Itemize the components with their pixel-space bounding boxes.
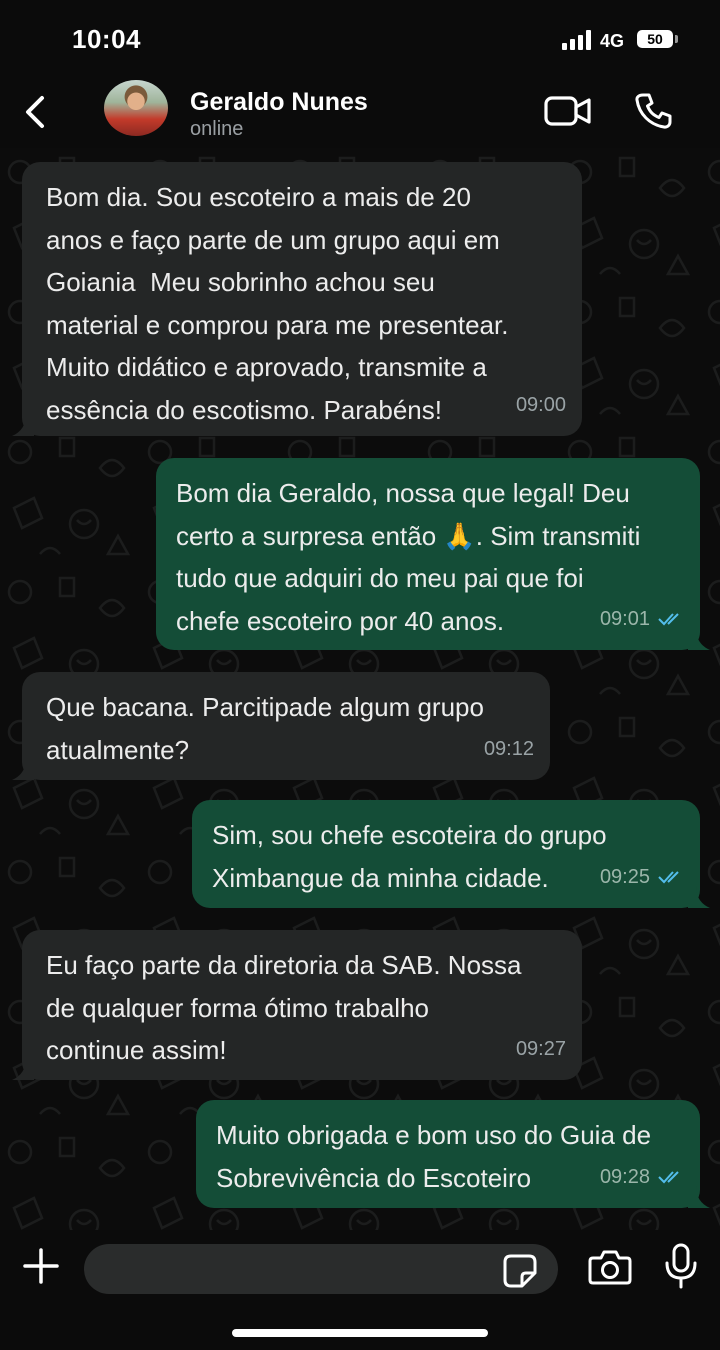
chat-area[interactable]: Bom dia. Sou escoteiro a mais de 20 anos… xyxy=(0,148,720,1230)
message-text: Eu faço parte da diretoria da SAB. Nossa… xyxy=(46,950,522,1065)
microphone-icon[interactable] xyxy=(664,1243,698,1289)
message-bubble-incoming[interactable]: Eu faço parte da diretoria da SAB. Nossa… xyxy=(12,930,582,1080)
message-bubble-outgoing[interactable]: Sim, sou chefe escoteira do grupo Ximban… xyxy=(192,800,710,908)
video-call-icon[interactable] xyxy=(544,94,592,128)
chevron-left-icon[interactable] xyxy=(18,92,54,132)
contact-name[interactable]: Geraldo Nunes xyxy=(190,88,368,117)
message-bubble-incoming[interactable]: Que bacana. Parcitipade algum grupo atua… xyxy=(12,672,550,780)
network-type: 4G xyxy=(600,31,625,51)
message-time: 09:00 xyxy=(515,393,566,416)
message-text: Bom dia. Sou escoteiro a mais de 20 anos… xyxy=(46,182,509,425)
message-meta: 09:27 xyxy=(516,1028,566,1071)
message-composer xyxy=(0,1230,720,1350)
message-time: 09:25 xyxy=(599,865,650,888)
chat-header: Geraldo Nunes online xyxy=(0,80,720,148)
camera-icon[interactable] xyxy=(588,1248,632,1286)
home-indicator[interactable] xyxy=(232,1329,488,1337)
read-receipt-icon xyxy=(658,613,679,626)
read-receipt-icon xyxy=(658,871,679,884)
message-meta: 09:01 xyxy=(600,598,684,641)
message-meta: 09:25 xyxy=(600,856,684,899)
bubble-tail xyxy=(688,1186,710,1208)
message-time: 09:01 xyxy=(599,607,650,630)
avatar[interactable] xyxy=(104,80,168,136)
phone-icon[interactable] xyxy=(634,92,672,130)
message-input[interactable] xyxy=(84,1244,558,1294)
read-receipt-icon xyxy=(658,1171,679,1184)
message-meta: 09:12 xyxy=(484,728,534,771)
message-bubble-incoming[interactable]: Bom dia. Sou escoteiro a mais de 20 anos… xyxy=(12,162,582,436)
battery-indicator: 50 xyxy=(637,30,673,48)
message-time: 09:27 xyxy=(515,1037,566,1060)
contact-status: online xyxy=(190,118,244,140)
message-bubble-outgoing[interactable]: Bom dia Geraldo, nossa que legal! Deu ce… xyxy=(156,458,710,650)
battery-tip xyxy=(675,35,678,43)
message-bubble-outgoing[interactable]: Muito obrigada e bom uso do Guia de Sobr… xyxy=(196,1100,710,1208)
signal-strength-icon xyxy=(562,30,591,50)
bubble-tail xyxy=(688,886,710,908)
message-time: 09:28 xyxy=(599,1165,650,1188)
plus-icon[interactable] xyxy=(22,1247,60,1285)
message-text: Que bacana. Parcitipade algum grupo atua… xyxy=(46,692,484,765)
bubble-tail xyxy=(12,758,34,780)
bubble-tail xyxy=(12,414,34,436)
message-meta: 09:00 xyxy=(516,384,566,427)
message-time: 09:12 xyxy=(483,737,534,760)
bubble-tail xyxy=(688,628,710,650)
status-time: 10:04 xyxy=(72,24,141,54)
bubble-tail xyxy=(12,1058,34,1080)
status-bar: 10:04 4G 50 xyxy=(0,0,720,80)
sticker-icon[interactable] xyxy=(502,1253,538,1289)
message-meta: 09:28 xyxy=(600,1156,684,1199)
